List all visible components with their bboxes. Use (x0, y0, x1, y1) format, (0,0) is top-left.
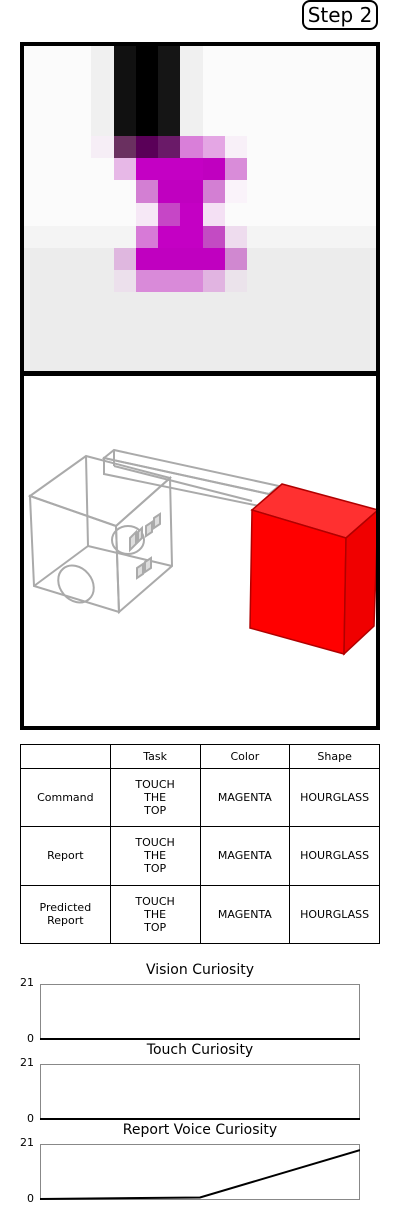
step-badge: Step 2 (302, 0, 378, 30)
table-header-cell: Color (199, 744, 291, 769)
chart-title: Report Voice Curiosity (122, 1122, 278, 1138)
simulation-scene-view (20, 372, 380, 730)
shape-cell: HOURGLASS (289, 826, 380, 886)
table-header-cell (20, 744, 111, 769)
plot-area (40, 1118, 360, 1120)
report-table: Task Color Shape Command TOUCH THE TOP M… (20, 744, 380, 945)
scene-render (27, 448, 376, 656)
vision-curiosity-chart: Vision Curiosity 21 0 (0, 962, 400, 1045)
task-cell: TOUCH THE TOP (109, 767, 201, 828)
table-row: Report TOUCH THE TOP MAGENTA HOURGLASS (20, 826, 380, 886)
task-cell: TOUCH THE TOP (109, 884, 201, 945)
table-header-row: Task Color Shape (20, 744, 380, 769)
red-box-object (249, 483, 376, 656)
report-voice-curiosity-chart: Report Voice Curiosity 21 0 (0, 1122, 400, 1205)
robot-arm-wireframe (27, 448, 282, 615)
pixelated-camera-image (24, 46, 376, 371)
chart-title: Vision Curiosity (145, 962, 255, 978)
color-cell: MAGENTA (199, 826, 291, 886)
chart-title: Touch Curiosity (146, 1042, 254, 1058)
table-row: Predicted Report TOUCH THE TOP MAGENTA H… (20, 884, 380, 945)
task-cell: TOUCH THE TOP (109, 826, 201, 886)
shape-cell: HOURGLASS (289, 767, 380, 828)
row-label: Command (20, 767, 111, 828)
y-tick-min: 0 (27, 1192, 34, 1205)
y-tick-max: 21 (20, 1136, 34, 1149)
color-cell: MAGENTA (199, 767, 291, 828)
touch-curiosity-chart: Touch Curiosity 21 0 (0, 1042, 400, 1125)
robot-vision-view (20, 42, 380, 375)
color-cell: MAGENTA (199, 884, 291, 945)
table-header-cell: Task (109, 744, 201, 769)
plot-area (40, 1149, 360, 1200)
y-tick-max: 21 (20, 976, 34, 989)
shape-cell: HOURGLASS (289, 884, 380, 945)
plot-area (40, 1038, 360, 1040)
row-label: Predicted Report (20, 884, 111, 945)
y-tick-max: 21 (20, 1056, 34, 1069)
table-header-cell: Shape (289, 744, 380, 769)
row-label: Report (20, 826, 111, 886)
series-line (40, 1149, 360, 1200)
table-row: Command TOUCH THE TOP MAGENTA HOURGLASS (20, 767, 380, 828)
